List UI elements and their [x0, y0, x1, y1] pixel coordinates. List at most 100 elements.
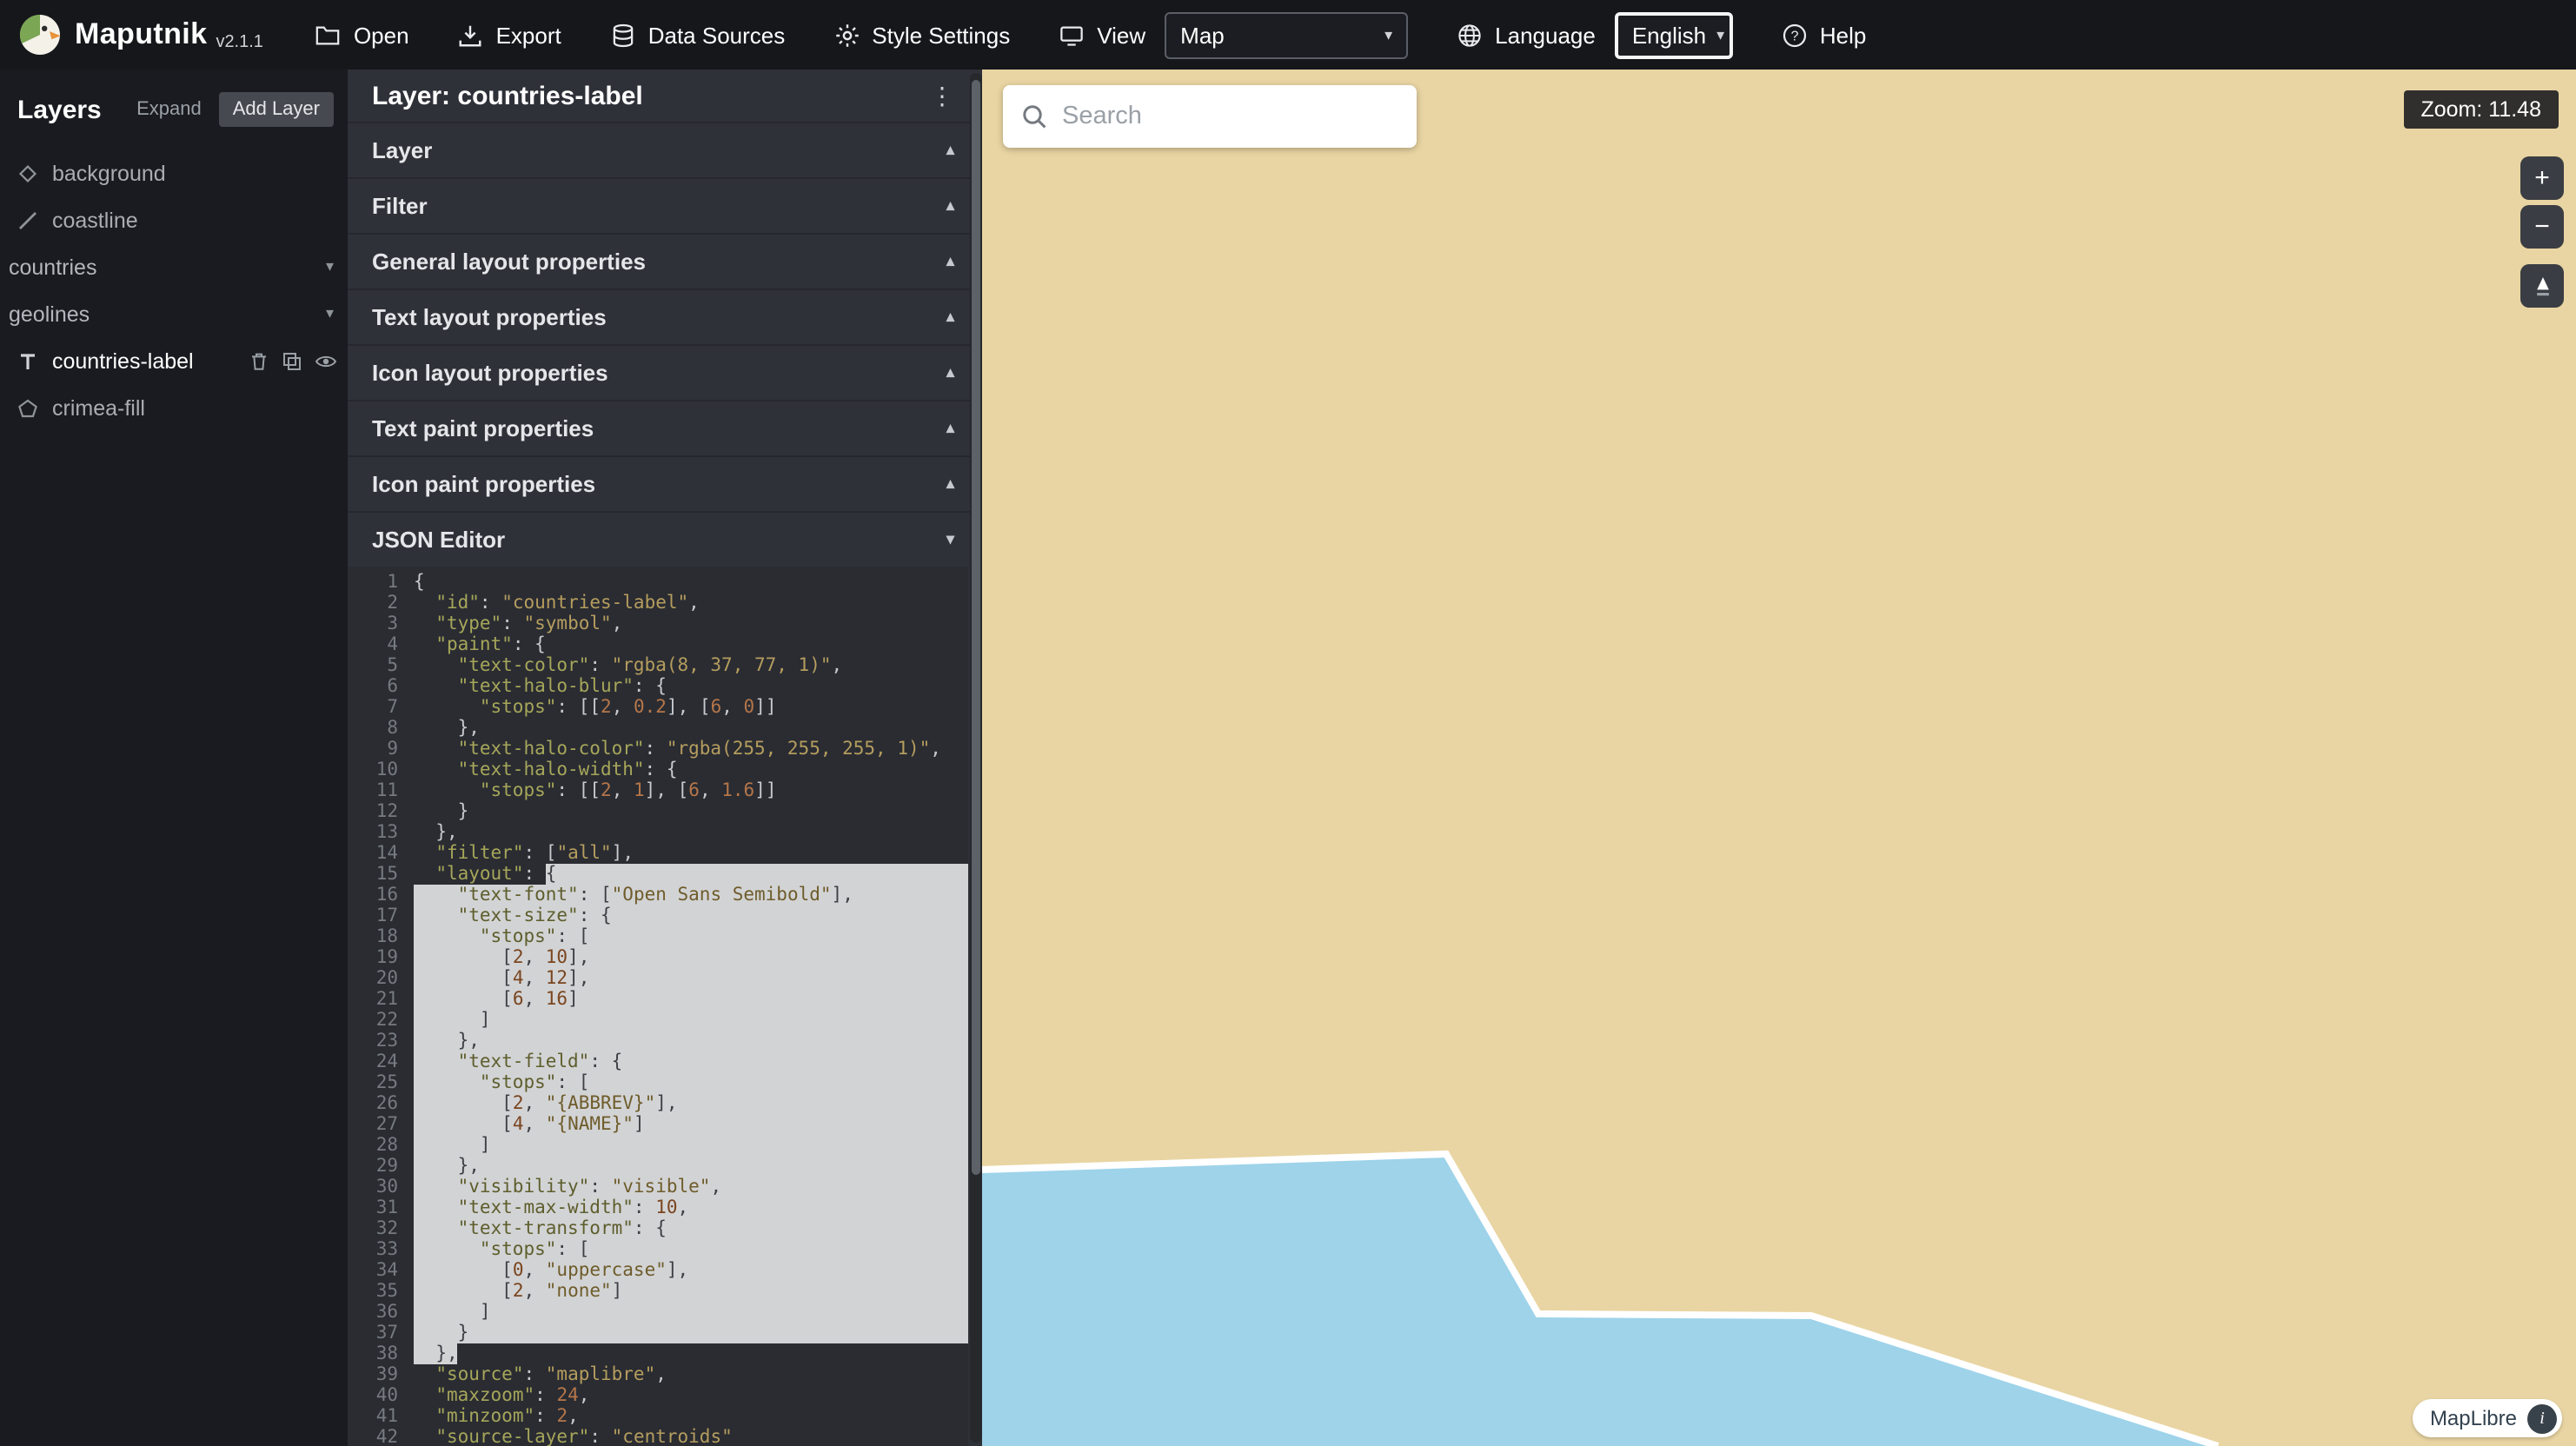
code-line: 15 "layout": {: [348, 864, 968, 885]
code-line: 31 "text-max-width": 10,: [348, 1197, 968, 1218]
section-label: General layout properties: [372, 249, 646, 275]
help-icon: ?: [1782, 22, 1808, 48]
menu-export[interactable]: Export: [458, 22, 561, 48]
code-line: 16 "text-font": ["Open Sans Semibold"],: [348, 885, 968, 905]
view-icon: [1059, 22, 1085, 48]
download-icon: [458, 22, 484, 48]
svg-text:?: ?: [1790, 29, 1798, 43]
code-line: 20 [4, 12],: [348, 968, 968, 989]
line-number: 22: [348, 1010, 414, 1031]
code-line: 2 "id": "countries-label",: [348, 593, 968, 614]
layer-item-countries-label[interactable]: countries-label: [0, 337, 348, 384]
section-label: Filter: [372, 193, 428, 219]
attribution-label[interactable]: MapLibre: [2430, 1406, 2517, 1430]
line-number: 23: [348, 1031, 414, 1051]
zoom-indicator: Zoom: 11.48: [2403, 90, 2559, 129]
symbol-layer-icon: [16, 350, 40, 371]
map-canvas[interactable]: Zoom: 11.48 + − MapLibre i: [982, 70, 2576, 1446]
section-general-layout-properties[interactable]: General layout properties ▴: [348, 233, 982, 289]
menu-view: View Map ▾: [1059, 11, 1408, 58]
menu-view-label: View: [1097, 22, 1145, 48]
code-line: 36 ]: [348, 1302, 968, 1323]
code-line: 13 },: [348, 822, 968, 843]
line-number: 36: [348, 1302, 414, 1323]
topbar: Maputnik v2.1.1 Open Export Data So: [0, 0, 2576, 70]
section-layer[interactable]: Layer▴: [348, 122, 982, 177]
layer-group-countries[interactable]: countries▾: [0, 243, 348, 290]
map-water: [982, 1154, 2218, 1446]
section-json-editor[interactable]: JSON Editor▾: [348, 511, 982, 567]
language-select[interactable]: English ▾: [1615, 11, 1733, 58]
menu-help[interactable]: ? Help: [1782, 22, 1867, 48]
code-line: 4 "paint": {: [348, 634, 968, 655]
line-number: 17: [348, 905, 414, 926]
reset-north-button[interactable]: [2520, 264, 2564, 308]
layer-group-label: countries: [9, 255, 96, 279]
code-line: 8 },: [348, 718, 968, 739]
menu-style-settings[interactable]: Style Settings: [833, 22, 1010, 48]
line-number: 28: [348, 1135, 414, 1156]
gear-icon: [833, 22, 860, 48]
panel-scrollbar-thumb[interactable]: [972, 80, 980, 1176]
database-icon: [610, 22, 636, 48]
json-editor-code[interactable]: 1{2 "id": "countries-label",3 "type": "s…: [348, 567, 968, 1446]
chevron-up-icon: ▴: [946, 252, 954, 271]
layer-item-coastline[interactable]: coastline: [0, 196, 348, 243]
layer-item-background[interactable]: background: [0, 149, 348, 196]
layer-options-menu-icon[interactable]: ⋮: [930, 81, 954, 110]
folder-open-icon: [315, 22, 342, 48]
layer-item-label: crimea-fill: [52, 395, 145, 420]
menu-open[interactable]: Open: [315, 22, 409, 48]
layer-item-label: coastline: [52, 208, 138, 232]
layer-group-label: geolines: [9, 302, 90, 326]
main-menu: Open Export Data Sources Style Settings: [315, 11, 1866, 58]
code-line: 35 [2, "none"]: [348, 1281, 968, 1302]
code-line: 39 "source": "maplibre",: [348, 1364, 968, 1385]
menu-language: Language English ▾: [1457, 11, 1733, 58]
globe-icon: [1457, 22, 1483, 48]
maputnik-logo: [17, 12, 63, 57]
section-text-layout-properties[interactable]: Text layout properties▴: [348, 289, 982, 344]
code-line: 14 "filter": ["all"],: [348, 843, 968, 864]
code-line: 5 "text-color": "rgba(8, 37, 77, 1)",: [348, 655, 968, 676]
delete-layer-icon[interactable]: [249, 350, 269, 371]
code-line: 12 }: [348, 801, 968, 822]
duplicate-layer-icon[interactable]: [282, 350, 302, 371]
code-line: 3 "type": "symbol",: [348, 614, 968, 634]
menu-data-sources[interactable]: Data Sources: [610, 22, 786, 48]
line-number: 11: [348, 780, 414, 801]
code-line: 32 "text-transform": {: [348, 1218, 968, 1239]
panel-scrollbar[interactable]: [970, 73, 982, 1443]
line-number: 41: [348, 1406, 414, 1427]
line-number: 34: [348, 1260, 414, 1281]
line-number: 6: [348, 676, 414, 697]
line-number: 21: [348, 989, 414, 1010]
zoom-in-button[interactable]: +: [2520, 156, 2564, 200]
layers-title: Layers: [17, 95, 102, 124]
layer-item-crimea-fill[interactable]: crimea-fill: [0, 384, 348, 431]
code-line: 18 "stops": [: [348, 926, 968, 947]
section-text-paint-properties[interactable]: Text paint properties▴: [348, 400, 982, 455]
expand-button[interactable]: Expand: [136, 99, 202, 120]
line-number: 4: [348, 634, 414, 655]
code-line: 10 "text-halo-width": {: [348, 759, 968, 780]
code-line: 19 [2, 10],: [348, 947, 968, 968]
zoom-out-button[interactable]: −: [2520, 205, 2564, 249]
line-number: 2: [348, 593, 414, 614]
section-icon-layout-properties[interactable]: Icon layout properties▴: [348, 344, 982, 400]
toggle-visibility-icon[interactable]: [315, 350, 337, 371]
line-number: 14: [348, 843, 414, 864]
add-layer-button[interactable]: Add Layer: [219, 92, 334, 127]
view-select[interactable]: Map ▾: [1165, 11, 1408, 58]
panel-title: Layer: countries-label: [372, 81, 643, 110]
language-select-value: English: [1632, 22, 1706, 48]
section-icon-paint-properties[interactable]: Icon paint properties▴: [348, 455, 982, 511]
section-filter[interactable]: Filter▴: [348, 177, 982, 233]
search-input[interactable]: [1062, 103, 1399, 130]
brand[interactable]: Maputnik v2.1.1: [0, 12, 288, 57]
section-label: JSON Editor: [372, 527, 505, 553]
chevron-up-icon: ▴: [946, 474, 954, 494]
info-icon[interactable]: i: [2527, 1403, 2557, 1433]
layer-group-geolines[interactable]: geolines▾: [0, 290, 348, 337]
line-number: 19: [348, 947, 414, 968]
